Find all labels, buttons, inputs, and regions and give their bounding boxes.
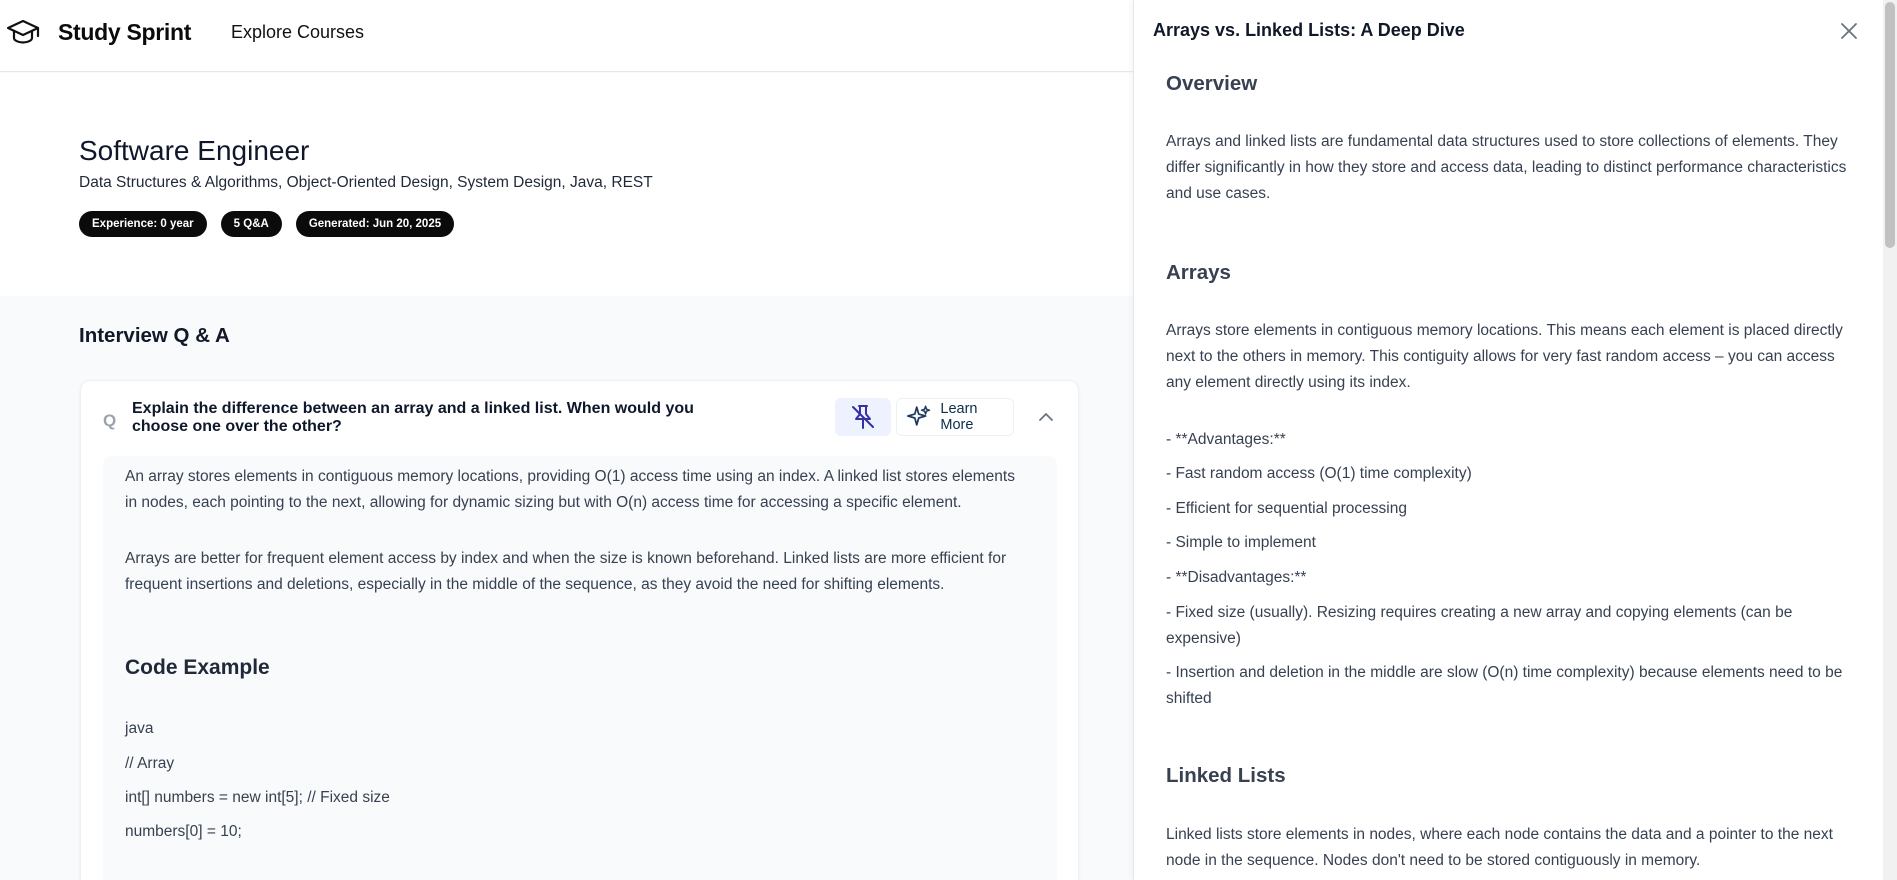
- learn-more-label: Learn More: [940, 401, 978, 433]
- code-line: // Array: [125, 755, 175, 772]
- generated-date-badge: Generated: Jun 20, 2025: [295, 211, 455, 237]
- arrays-point: - **Disadvantages:**: [1166, 569, 1307, 586]
- qa-count-badge: 5 Q&A: [220, 211, 282, 237]
- chevron-up-icon[interactable]: [1036, 407, 1056, 427]
- interview-qa-heading: Interview Q & A: [79, 324, 230, 347]
- role-title: Software Engineer: [79, 135, 310, 166]
- arrays-point: - Simple to implement: [1166, 534, 1316, 551]
- qa-card: Q Explain the difference between an arra…: [80, 380, 1079, 880]
- code-line: java: [125, 720, 154, 737]
- drawer-title: Arrays vs. Linked Lists: A Deep Dive: [1153, 20, 1465, 40]
- linked-lists-text: Linked lists store elements in nodes, wh…: [1166, 826, 1833, 869]
- arrays-heading: Arrays: [1166, 261, 1231, 284]
- close-icon[interactable]: [1838, 20, 1860, 42]
- learn-more-button[interactable]: Learn More: [896, 398, 1014, 436]
- code-example-heading: Code Example: [125, 656, 270, 679]
- sparkles-icon: [907, 405, 931, 426]
- pin-off-icon: [852, 405, 874, 429]
- answer-paragraph-2: Arrays are better for frequent element a…: [125, 550, 1007, 593]
- answer-panel: An array stores elements in contiguous m…: [103, 456, 1057, 880]
- drawer-scrollbar[interactable]: [1883, 0, 1897, 880]
- answer-paragraph-1: An array stores elements in contiguous m…: [125, 468, 1015, 511]
- code-line: int[] numbers = new int[5]; // Fixed siz…: [125, 789, 390, 806]
- main-app: Study Sprint Explore Courses Software En…: [0, 0, 1133, 880]
- unpin-button[interactable]: [835, 398, 891, 436]
- nav-explore-courses[interactable]: Explore Courses: [231, 22, 364, 43]
- arrays-point: - Efficient for sequential processing: [1166, 500, 1407, 517]
- scrollbar-thumb[interactable]: [1885, 2, 1895, 248]
- badge-row: Experience: 0 year 5 Q&A Generated: Jun …: [79, 211, 455, 237]
- graduation-cap-icon[interactable]: [6, 18, 40, 46]
- arrays-point: - **Advantages:**: [1166, 431, 1286, 448]
- code-line: numbers[0] = 10;: [125, 823, 242, 840]
- role-topics: Data Structures & Algorithms, Object-Ori…: [79, 174, 653, 191]
- arrays-point: - Insertion and deletion in the middle a…: [1166, 664, 1843, 707]
- arrays-text: Arrays store elements in contiguous memo…: [1166, 322, 1843, 391]
- question-text[interactable]: Explain the difference between an array …: [132, 400, 752, 436]
- top-navbar: Study Sprint Explore Courses: [0, 0, 1133, 72]
- linked-lists-heading: Linked Lists: [1166, 764, 1286, 787]
- experience-badge: Experience: 0 year: [79, 211, 207, 237]
- overview-text: Arrays and linked lists are fundamental …: [1166, 133, 1847, 202]
- arrays-point: - Fast random access (O(1) time complexi…: [1166, 465, 1472, 482]
- brand-name[interactable]: Study Sprint: [58, 19, 191, 46]
- question-marker: Q: [103, 411, 117, 430]
- learn-more-drawer: Arrays vs. Linked Lists: A Deep Dive Ove…: [1133, 0, 1897, 880]
- arrays-point: - Fixed size (usually). Resizing require…: [1166, 604, 1793, 647]
- role-header: Software Engineer Data Structures & Algo…: [0, 73, 1133, 296]
- overview-heading: Overview: [1166, 72, 1258, 95]
